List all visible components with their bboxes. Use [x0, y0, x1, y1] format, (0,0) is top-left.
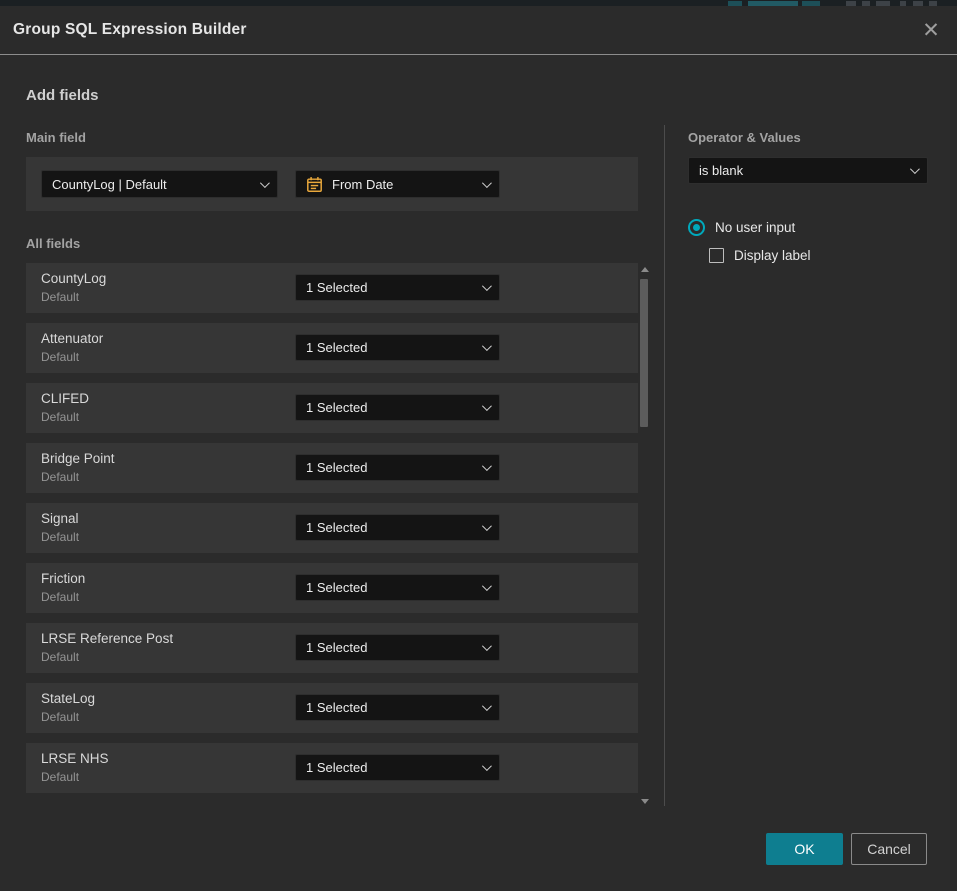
- field-selected-value: 1 Selected: [306, 700, 474, 715]
- field-sublabel: Default: [41, 410, 79, 424]
- chevron-down-icon: [482, 641, 492, 651]
- field-row: LRSE Reference Post Default 1 Selected: [26, 623, 638, 673]
- group-sql-expression-builder-dialog: Group SQL Expression Builder ✕ Add field…: [0, 6, 957, 891]
- field-sublabel: Default: [41, 470, 79, 484]
- scrollbar-thumb[interactable]: [640, 279, 648, 427]
- main-field-label: Main field: [26, 130, 86, 145]
- field-name: CLIFED: [41, 391, 89, 406]
- field-name: LRSE NHS: [41, 751, 109, 766]
- main-field-layer-dropdown[interactable]: CountyLog | Default: [41, 170, 278, 198]
- field-selected-dropdown[interactable]: 1 Selected: [295, 634, 500, 661]
- checkbox-unchecked-icon[interactable]: [709, 248, 724, 263]
- field-selected-dropdown[interactable]: 1 Selected: [295, 274, 500, 301]
- field-sublabel: Default: [41, 770, 79, 784]
- radio-dot: [693, 224, 700, 231]
- no-user-input-label: No user input: [715, 220, 795, 235]
- field-name: Attenuator: [41, 331, 103, 346]
- main-field-field-value: From Date: [332, 177, 474, 192]
- field-sublabel: Default: [41, 530, 79, 544]
- no-user-input-option[interactable]: No user input: [688, 219, 795, 236]
- chevron-down-icon: [482, 461, 492, 471]
- field-selected-dropdown[interactable]: 1 Selected: [295, 334, 500, 361]
- field-sublabel: Default: [41, 590, 79, 604]
- field-row: Friction Default 1 Selected: [26, 563, 638, 613]
- field-selected-dropdown[interactable]: 1 Selected: [295, 454, 500, 481]
- field-name: Friction: [41, 571, 85, 586]
- chevron-down-icon: [482, 581, 492, 591]
- field-name: CountyLog: [41, 271, 106, 286]
- field-selected-value: 1 Selected: [306, 460, 474, 475]
- field-name: StateLog: [41, 691, 95, 706]
- chevron-down-icon: [482, 761, 492, 771]
- field-selected-dropdown[interactable]: 1 Selected: [295, 574, 500, 601]
- field-sublabel: Default: [41, 350, 79, 364]
- field-selected-value: 1 Selected: [306, 520, 474, 535]
- chevron-down-icon: [482, 401, 492, 411]
- screen: Group SQL Expression Builder ✕ Add field…: [0, 0, 957, 891]
- field-row: Signal Default 1 Selected: [26, 503, 638, 553]
- chevron-down-icon: [482, 701, 492, 711]
- field-row: CLIFED Default 1 Selected: [26, 383, 638, 433]
- scroll-up-icon[interactable]: [641, 267, 649, 272]
- main-field-layer-value: CountyLog | Default: [52, 177, 252, 192]
- all-fields-list: CountyLog Default 1 Selected Attenuator …: [26, 263, 638, 803]
- dialog-title: Group SQL Expression Builder: [13, 21, 247, 39]
- all-fields-label: All fields: [26, 236, 80, 251]
- chevron-down-icon: [260, 178, 270, 188]
- ok-button[interactable]: OK: [766, 833, 843, 865]
- field-selected-value: 1 Selected: [306, 760, 474, 775]
- field-row: StateLog Default 1 Selected: [26, 683, 638, 733]
- operator-value: is blank: [699, 163, 902, 178]
- main-field-field-dropdown[interactable]: From Date: [295, 170, 500, 198]
- add-fields-heading: Add fields: [26, 87, 99, 104]
- cancel-button[interactable]: Cancel: [851, 833, 927, 865]
- field-sublabel: Default: [41, 290, 79, 304]
- display-label-text: Display label: [734, 248, 811, 263]
- field-sublabel: Default: [41, 650, 79, 664]
- field-selected-dropdown[interactable]: 1 Selected: [295, 514, 500, 541]
- list-scrollbar[interactable]: [639, 263, 649, 806]
- column-divider: [664, 125, 665, 806]
- field-name: Signal: [41, 511, 79, 526]
- field-row: LRSE NHS Default 1 Selected: [26, 743, 638, 793]
- chevron-down-icon: [482, 341, 492, 351]
- close-icon[interactable]: ✕: [917, 16, 945, 44]
- field-name: LRSE Reference Post: [41, 631, 173, 646]
- field-sublabel: Default: [41, 710, 79, 724]
- operator-values-heading: Operator & Values: [688, 130, 801, 145]
- calendar-date-icon: [306, 176, 323, 193]
- dialog-header: Group SQL Expression Builder ✕: [0, 6, 957, 55]
- field-selected-dropdown[interactable]: 1 Selected: [295, 694, 500, 721]
- field-selected-value: 1 Selected: [306, 640, 474, 655]
- chevron-down-icon: [482, 521, 492, 531]
- chevron-down-icon: [482, 281, 492, 291]
- field-selected-value: 1 Selected: [306, 400, 474, 415]
- field-selected-value: 1 Selected: [306, 580, 474, 595]
- field-row: Attenuator Default 1 Selected: [26, 323, 638, 373]
- field-selected-value: 1 Selected: [306, 340, 474, 355]
- radio-selected-icon[interactable]: [688, 219, 705, 236]
- field-row: Bridge Point Default 1 Selected: [26, 443, 638, 493]
- field-row: CountyLog Default 1 Selected: [26, 263, 638, 313]
- field-selected-value: 1 Selected: [306, 280, 474, 295]
- main-field-panel: CountyLog | Default From Date: [26, 157, 638, 211]
- display-label-option[interactable]: Display label: [709, 248, 811, 263]
- operator-dropdown[interactable]: is blank: [688, 157, 928, 184]
- field-selected-dropdown[interactable]: 1 Selected: [295, 394, 500, 421]
- chevron-down-icon: [910, 164, 920, 174]
- scroll-down-icon[interactable]: [641, 799, 649, 804]
- field-selected-dropdown[interactable]: 1 Selected: [295, 754, 500, 781]
- chevron-down-icon: [482, 178, 492, 188]
- field-name: Bridge Point: [41, 451, 115, 466]
